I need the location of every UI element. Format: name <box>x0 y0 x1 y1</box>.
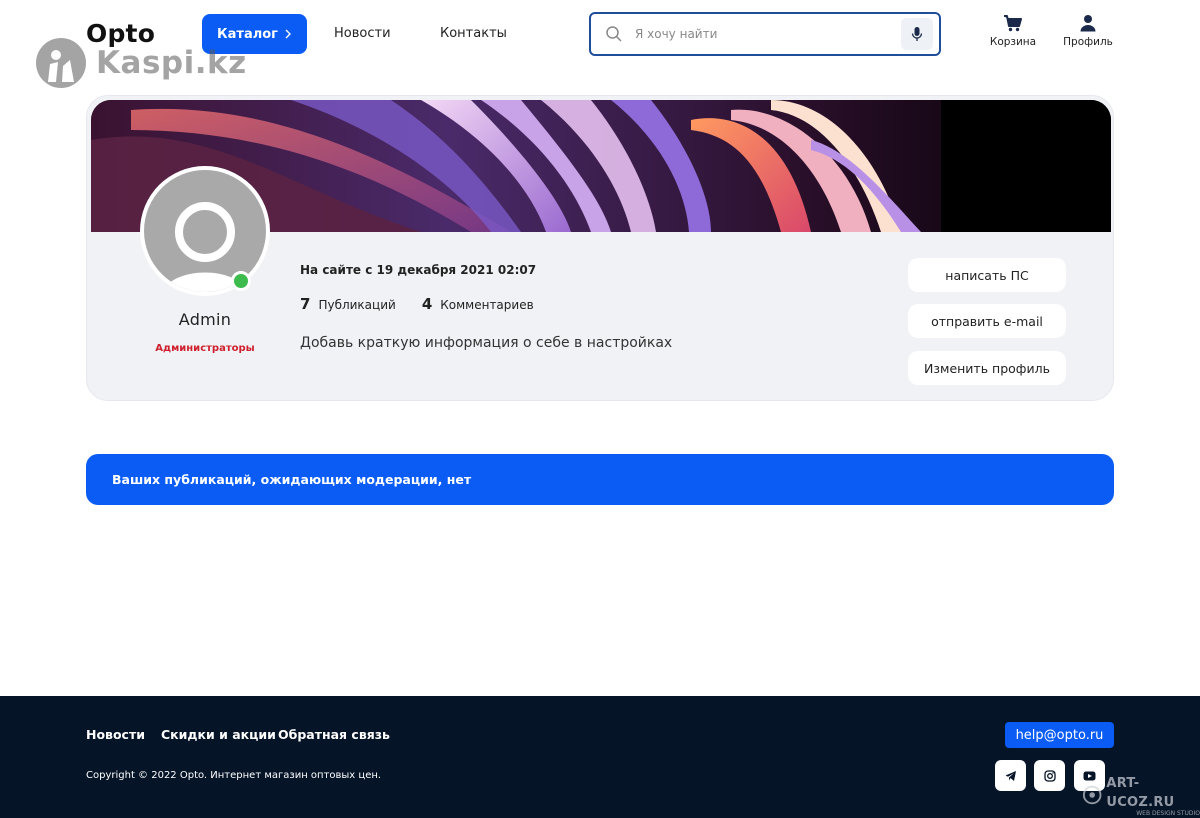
edit-profile-button[interactable]: Изменить профиль <box>908 351 1066 385</box>
kaspi-logo-icon <box>36 38 86 88</box>
chevron-right-icon <box>285 29 291 39</box>
moderation-notice: Ваших публикаций, ожидающих модерации, н… <box>86 454 1114 505</box>
comments-label: Комментариев <box>440 298 534 312</box>
user-group[interactable]: Администраторы <box>140 343 270 354</box>
support-email-button[interactable]: help@opto.ru <box>1005 722 1114 748</box>
profile-label: Профиль <box>1063 36 1113 48</box>
send-email-button[interactable]: отправить e-mail <box>908 304 1066 338</box>
user-about: Добавь краткую информация о себе в настр… <box>300 335 673 351</box>
voice-search-button[interactable] <box>901 18 933 50</box>
cart-button[interactable]: Корзина <box>983 14 1043 48</box>
kaspi-watermark: Kaspi.kz <box>36 38 247 88</box>
search-box <box>589 12 941 56</box>
telegram-icon <box>1005 770 1016 781</box>
user-stats: 7 Публикаций 4 Комментариев <box>300 295 534 313</box>
telegram-button[interactable] <box>995 760 1026 791</box>
avatar-frame <box>140 166 270 296</box>
member-since: На сайте с 19 декабря 2021 02:07 <box>300 263 537 277</box>
moderation-notice-text: Ваших публикаций, ожидающих модерации, н… <box>112 472 472 487</box>
search-input[interactable] <box>635 23 885 45</box>
microphone-icon <box>911 27 923 41</box>
cart-label: Корзина <box>989 36 1037 48</box>
footer-link-feedback[interactable]: Обратная связь <box>278 727 390 742</box>
publications-label: Публикаций <box>318 298 396 312</box>
cart-icon <box>1004 15 1022 32</box>
studio-logo-icon <box>1082 785 1102 804</box>
nav-link-news[interactable]: Новости <box>334 26 391 41</box>
copyright-text: Copyright © 2022 Opto. Интернет магазин … <box>86 770 382 781</box>
profile-button[interactable]: Профиль <box>1058 14 1118 48</box>
site-footer: Новости Скидки и акции Обратная связь he… <box>0 696 1200 818</box>
send-pm-button[interactable]: написать ПС <box>908 258 1066 292</box>
studio-watermark: ART-UCOZ.RU WEB DESIGN STUDIO <box>1082 772 1200 817</box>
search-icon <box>606 26 622 42</box>
online-status-dot <box>231 271 251 291</box>
publications-count: 7 <box>300 295 311 313</box>
footer-link-discounts[interactable]: Скидки и акции <box>161 727 276 742</box>
comments-count: 4 <box>421 295 433 313</box>
watermark-text: Kaspi.kz <box>96 45 247 81</box>
user-name: Admin <box>178 310 232 329</box>
instagram-button[interactable] <box>1034 760 1065 791</box>
footer-link-news[interactable]: Новости <box>86 727 145 742</box>
instagram-icon <box>1043 769 1056 782</box>
studio-name: ART-UCOZ.RU <box>1106 776 1175 810</box>
nav-link-contacts[interactable]: Контакты <box>440 26 507 41</box>
profile-card: Admin Администраторы На сайте с 19 декаб… <box>86 95 1114 401</box>
user-icon <box>1080 15 1096 32</box>
studio-tagline: WEB DESIGN STUDIO <box>1136 810 1200 817</box>
